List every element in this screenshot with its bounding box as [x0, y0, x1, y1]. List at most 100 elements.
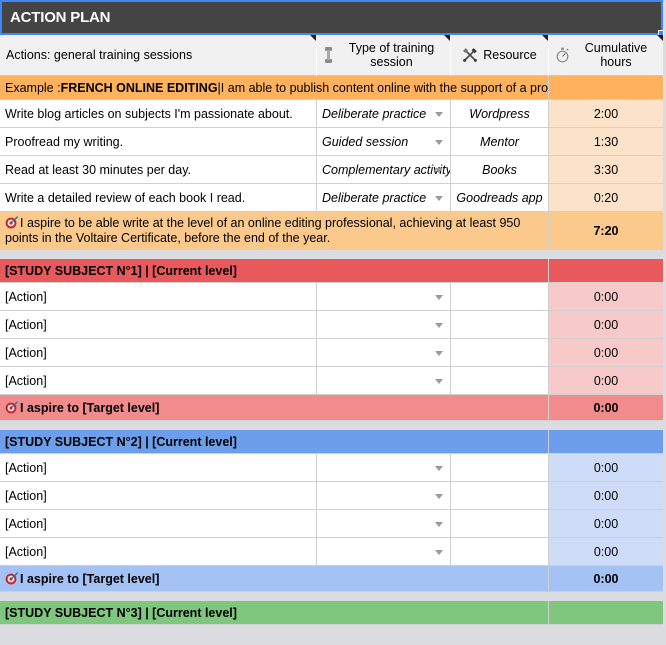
resource-cell[interactable]: [451, 454, 549, 482]
action-cell[interactable]: Write a detailed review of each book I r…: [0, 184, 317, 212]
resource-cell[interactable]: [451, 482, 549, 510]
subject3-header-row[interactable]: [STUDY SUBJECT N°3] | [Current level]: [0, 601, 663, 625]
subject3-header: [STUDY SUBJECT N°3] | [Current level]: [0, 601, 549, 625]
chevron-down-icon[interactable]: [435, 521, 443, 527]
table-row[interactable]: [Action] 0:00: [0, 538, 663, 566]
example-current-level: I am able to publish content online with…: [220, 80, 549, 95]
chevron-down-icon[interactable]: [435, 350, 443, 356]
resource-cell[interactable]: Goodreads app: [451, 184, 549, 212]
cumulative-hours-cell[interactable]: 0:20: [549, 184, 663, 212]
training-type-cell[interactable]: [317, 311, 451, 339]
cumulative-hours-cell[interactable]: 1:30: [549, 128, 663, 156]
action-cell[interactable]: [Action]: [0, 454, 317, 482]
tools-icon: [462, 47, 478, 63]
training-type-cell[interactable]: Deliberate practice: [317, 100, 451, 128]
table-row[interactable]: [Action] 0:00: [0, 283, 663, 311]
action-cell[interactable]: Proofread my writing.: [0, 128, 317, 156]
cumulative-hours-cell[interactable]: 0:00: [549, 510, 663, 538]
action-cell[interactable]: [Action]: [0, 311, 317, 339]
cumulative-hours-cell[interactable]: 0:00: [549, 339, 663, 367]
subject2-header-row[interactable]: [STUDY SUBJECT N°2] | [Current level]: [0, 430, 663, 454]
column-header-type[interactable]: Type of training session: [317, 35, 451, 76]
column-header-row: Actions: general training sessions Type …: [0, 35, 663, 76]
column-header-resource[interactable]: Resource: [451, 35, 549, 76]
training-type-cell[interactable]: [317, 367, 451, 395]
chevron-down-icon[interactable]: [435, 294, 443, 300]
table-row[interactable]: Write a detailed review of each book I r…: [0, 184, 663, 212]
resource-cell[interactable]: [451, 367, 549, 395]
resource-cell[interactable]: [451, 283, 549, 311]
aspiration-text: I aspire to be able write at the level o…: [5, 215, 521, 245]
action-cell[interactable]: [Action]: [0, 482, 317, 510]
table-row[interactable]: [Action] 0:00: [0, 510, 663, 538]
table-row[interactable]: Read at least 30 minutes per day. Comple…: [0, 156, 663, 184]
training-type-cell[interactable]: [317, 283, 451, 311]
table-row[interactable]: [Action] 0:00: [0, 367, 663, 395]
action-cell[interactable]: [Action]: [0, 283, 317, 311]
table-row[interactable]: Proofread my writing. Guided session Men…: [0, 128, 663, 156]
table-row[interactable]: [Action] 0:00: [0, 454, 663, 482]
subject1-header-row[interactable]: [STUDY SUBJECT N°1] | [Current level]: [0, 259, 663, 283]
table-row[interactable]: Write blog articles on subjects I'm pass…: [0, 100, 663, 128]
table-row[interactable]: [Action] 0:00: [0, 482, 663, 510]
training-type-cell[interactable]: [317, 454, 451, 482]
subject1-aspiration-row[interactable]: I aspire to [Target level] 0:00: [0, 395, 663, 421]
note-indicator-icon: [310, 35, 316, 41]
chevron-down-icon[interactable]: [435, 493, 443, 499]
training-type-cell[interactable]: Guided session: [317, 128, 451, 156]
cumulative-hours-cell[interactable]: 0:00: [549, 482, 663, 510]
chevron-down-icon[interactable]: [435, 195, 443, 201]
resource-cell[interactable]: Wordpress: [451, 100, 549, 128]
aspiration-cell: I aspire to [Target level]: [0, 566, 549, 592]
stopwatch-icon: [555, 47, 570, 63]
cumulative-hours-cell[interactable]: 2:00: [549, 100, 663, 128]
column-header-hours[interactable]: Cumulative hours: [549, 35, 663, 76]
action-cell[interactable]: [Action]: [0, 367, 317, 395]
training-type-cell[interactable]: Deliberate practice: [317, 184, 451, 212]
resource-cell[interactable]: [451, 538, 549, 566]
resource-cell[interactable]: [451, 339, 549, 367]
resource-cell[interactable]: Mentor: [451, 128, 549, 156]
chevron-down-icon[interactable]: [435, 111, 443, 117]
example-subject-header-row[interactable]: Example : FRENCH ONLINE EDITING | I am a…: [0, 76, 663, 100]
aspiration-hours: 0:00: [549, 395, 663, 421]
chevron-down-icon[interactable]: [435, 139, 443, 145]
table-row[interactable]: [Action] 0:00: [0, 311, 663, 339]
action-cell[interactable]: Write blog articles on subjects I'm pass…: [0, 100, 317, 128]
cumulative-hours-cell[interactable]: 3:30: [549, 156, 663, 184]
action-cell[interactable]: [Action]: [0, 538, 317, 566]
resource-cell[interactable]: [451, 510, 549, 538]
aspiration-text: I aspire to [Target level]: [20, 400, 160, 415]
example-header-hours: [549, 76, 663, 100]
cumulative-hours-cell[interactable]: 0:00: [549, 454, 663, 482]
cumulative-hours-cell[interactable]: 0:00: [549, 283, 663, 311]
resource-cell[interactable]: [451, 311, 549, 339]
action-cell[interactable]: [Action]: [0, 339, 317, 367]
cumulative-hours-cell[interactable]: 0:00: [549, 538, 663, 566]
chevron-down-icon[interactable]: [435, 549, 443, 555]
cumulative-hours-cell[interactable]: 0:00: [549, 367, 663, 395]
action-plan-title-cell[interactable]: ACTION PLAN: [0, 0, 664, 36]
column-header-hours-label: Cumulative hours: [584, 41, 648, 69]
action-cell[interactable]: Read at least 30 minutes per day.: [0, 156, 317, 184]
chevron-down-icon[interactable]: [435, 322, 443, 328]
training-type-value: Deliberate practice: [322, 106, 427, 121]
chevron-down-icon[interactable]: [435, 378, 443, 384]
column-header-actions[interactable]: Actions: general training sessions: [0, 35, 317, 76]
chevron-down-icon[interactable]: [435, 465, 443, 471]
training-type-cell[interactable]: [317, 339, 451, 367]
training-type-cell[interactable]: [317, 510, 451, 538]
training-type-cell[interactable]: [317, 538, 451, 566]
example-prefix: Example :: [5, 80, 61, 95]
subject2-aspiration-row[interactable]: I aspire to [Target level] 0:00: [0, 566, 663, 592]
table-row[interactable]: [Action] 0:00: [0, 339, 663, 367]
column-header-actions-label: Actions: general training sessions: [6, 48, 193, 62]
training-type-cell[interactable]: [317, 482, 451, 510]
column-header-type-label: Type of training session: [348, 41, 435, 69]
chevron-down-icon[interactable]: [435, 167, 443, 173]
resource-cell[interactable]: Books: [451, 156, 549, 184]
training-type-cell[interactable]: Complementary activity: [317, 156, 451, 184]
cumulative-hours-cell[interactable]: 0:00: [549, 311, 663, 339]
action-cell[interactable]: [Action]: [0, 510, 317, 538]
example-aspiration-row[interactable]: I aspire to be able write at the level o…: [0, 212, 663, 250]
